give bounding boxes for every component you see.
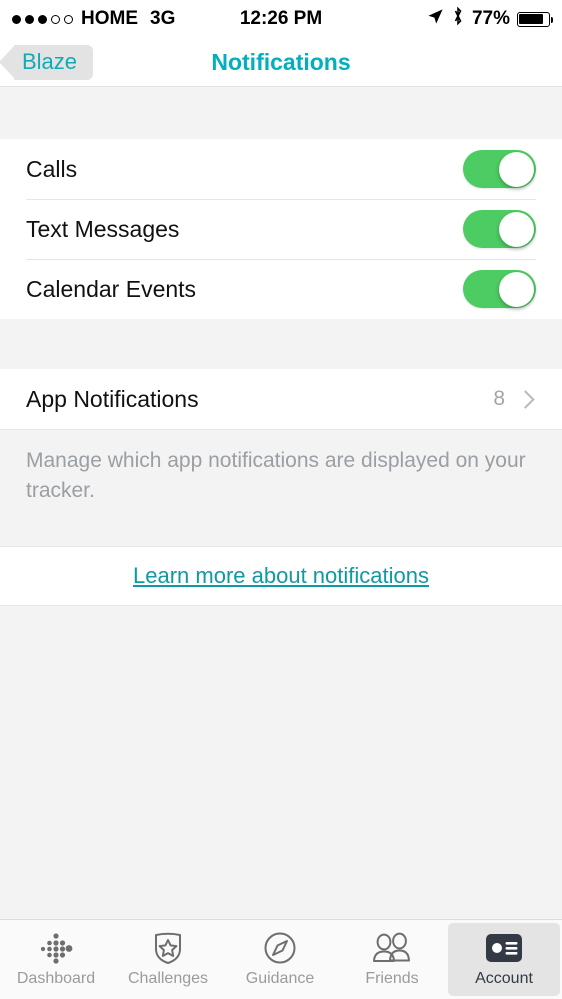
- tab-dashboard-label: Dashboard: [16, 970, 96, 987]
- bluetooth-icon: [451, 6, 465, 32]
- row-text-messages[interactable]: Text Messages: [0, 199, 562, 259]
- back-button-label: Blaze: [22, 49, 78, 74]
- chevron-right-icon: [516, 389, 535, 409]
- fitbit-dots-icon: [38, 931, 74, 965]
- toggle-calls[interactable]: [463, 150, 536, 188]
- app-notifications-group: App Notifications 8: [0, 369, 562, 429]
- tab-guidance-label: Guidance: [245, 970, 315, 987]
- section-spacer-top: [0, 87, 562, 139]
- status-bar-right: 77%: [427, 6, 553, 32]
- tab-bar: Dashboard Challenges Guidance Friends Ac…: [0, 919, 562, 999]
- back-button[interactable]: Blaze: [0, 44, 94, 80]
- phone-screen: HOME 3G 12:26 PM 77% Blaze Notifications: [0, 0, 562, 999]
- app-notifications-count: 8: [493, 387, 505, 410]
- navigation-bar: Blaze Notifications: [0, 38, 562, 87]
- tab-account[interactable]: Account: [448, 923, 560, 996]
- carrier-name: HOME: [81, 8, 138, 29]
- learn-more-row: Learn more about notifications: [0, 547, 562, 606]
- notification-toggles-group: Calls Text Messages Calendar Events: [0, 139, 562, 319]
- app-notifications-description: Manage which app notifications are displ…: [0, 429, 562, 547]
- tab-friends[interactable]: Friends: [336, 920, 448, 999]
- learn-more-link[interactable]: Learn more about notifications: [133, 563, 429, 589]
- row-calls-label: Calls: [26, 155, 78, 182]
- tab-challenges-label: Challenges: [127, 970, 209, 987]
- row-calendar-events-label: Calendar Events: [26, 275, 197, 302]
- app-notifications-description-text: Manage which app notifications are displ…: [26, 449, 526, 502]
- tab-friends-label: Friends: [365, 970, 419, 987]
- battery-percent-label: 77%: [471, 8, 510, 29]
- tab-dashboard[interactable]: Dashboard: [0, 920, 112, 999]
- settings-content: Calls Text Messages Calendar Events App …: [0, 87, 562, 919]
- battery-icon: [517, 11, 553, 27]
- tab-challenges[interactable]: Challenges: [112, 920, 224, 999]
- status-bar: HOME 3G 12:26 PM 77%: [0, 0, 562, 38]
- row-app-notifications-label: App Notifications: [26, 385, 199, 412]
- row-app-notifications[interactable]: App Notifications 8: [0, 369, 562, 429]
- row-calls[interactable]: Calls: [0, 139, 562, 199]
- status-bar-left: HOME 3G: [12, 8, 175, 30]
- row-calendar-events[interactable]: Calendar Events: [0, 259, 562, 319]
- tab-guidance[interactable]: Guidance: [224, 920, 336, 999]
- id-card-icon: [485, 931, 523, 965]
- signal-strength-icon: [12, 14, 73, 24]
- toggle-calendar-events[interactable]: [463, 270, 536, 308]
- location-arrow-icon: [427, 8, 444, 31]
- network-type: 3G: [150, 8, 176, 29]
- toggle-text-messages[interactable]: [463, 210, 536, 248]
- row-text-messages-label: Text Messages: [26, 215, 180, 242]
- content-filler: [0, 606, 562, 919]
- compass-icon: [263, 931, 297, 965]
- section-spacer-middle: [0, 319, 562, 369]
- shield-star-icon: [152, 931, 184, 965]
- tab-account-label: Account: [475, 970, 533, 987]
- two-people-icon: [371, 931, 413, 965]
